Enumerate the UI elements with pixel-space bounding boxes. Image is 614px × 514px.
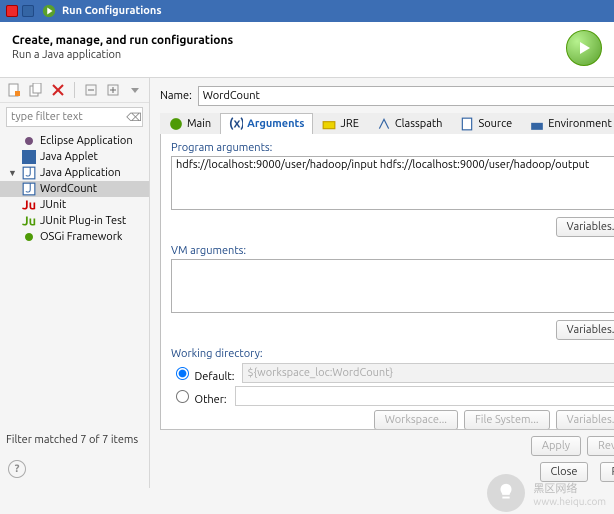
new-config-icon[interactable] — [6, 82, 22, 98]
workspace-button[interactable]: Workspace... — [374, 410, 458, 430]
window-maximize-icon[interactable] — [22, 5, 34, 17]
arguments-tab-body: Program arguments: hdfs://localhost:9000… — [160, 134, 614, 430]
close-button[interactable]: Close — [540, 462, 589, 482]
environment-tab-icon — [530, 117, 544, 131]
right-panel: Name: Main (x)Arguments JRE Classpath So… — [150, 78, 614, 488]
titlebar: Run Configurations — [0, 0, 614, 22]
tab-source[interactable]: Source — [451, 113, 521, 134]
filter-box[interactable]: ⌫ — [6, 107, 143, 127]
program-args-label: Program arguments: — [171, 142, 614, 154]
tree-item-osgi[interactable]: OSGi Framework — [0, 229, 149, 245]
junit-icon: Ju — [22, 198, 36, 212]
program-args-input[interactable]: hdfs://localhost:9000/user/hadoop/input … — [171, 156, 614, 210]
vm-args-label: VM arguments: — [171, 245, 614, 257]
svg-text:J: J — [26, 166, 32, 180]
clear-filter-icon[interactable]: ⌫ — [126, 111, 142, 124]
java-app-icon: J — [22, 166, 36, 180]
run-configurations-icon — [42, 4, 56, 18]
header-subtitle: Run a Java application — [12, 49, 233, 61]
tab-bar: Main (x)Arguments JRE Classpath Source E… — [160, 112, 614, 134]
eclipse-app-icon — [22, 134, 36, 148]
tab-main[interactable]: Main — [160, 113, 220, 134]
svg-text:J: J — [26, 182, 32, 196]
tab-environment[interactable]: Environment — [521, 113, 614, 134]
main-tab-icon — [169, 117, 183, 131]
arguments-tab-icon: (x) — [229, 117, 243, 131]
tree-item-java-applet[interactable]: Java Applet — [0, 149, 149, 165]
run-button[interactable]: Run — [600, 462, 614, 482]
tree-item-junit-plugin[interactable]: JuJUnit Plug-in Test — [0, 213, 149, 229]
toolbar-menu-icon[interactable] — [127, 82, 143, 98]
source-tab-icon — [460, 117, 474, 131]
default-dir-input — [242, 363, 614, 383]
svg-text:Ju: Ju — [22, 199, 36, 212]
left-panel: ⌫ Eclipse Application Java Applet ▼JJava… — [0, 78, 150, 488]
jre-tab-icon — [322, 117, 336, 131]
delete-config-icon[interactable] — [50, 82, 66, 98]
other-dir-input — [235, 386, 614, 406]
java-applet-icon — [22, 150, 36, 164]
classpath-tab-icon — [377, 117, 391, 131]
wd-variables-button[interactable]: Variables... — [556, 410, 614, 430]
filter-input[interactable] — [7, 109, 126, 125]
tree-item-junit[interactable]: JuJUnit — [0, 197, 149, 213]
name-label: Name: — [160, 90, 192, 102]
config-toolbar — [0, 78, 149, 103]
osgi-icon — [22, 230, 36, 244]
expand-all-icon[interactable] — [105, 82, 121, 98]
java-run-icon: J — [22, 182, 36, 196]
chevron-down-icon[interactable]: ▼ — [8, 168, 18, 178]
filesystem-button[interactable]: File System... — [464, 410, 550, 430]
tab-jre[interactable]: JRE — [313, 113, 367, 134]
tree-item-java-application[interactable]: ▼JJava Application — [0, 165, 149, 181]
working-directory-label: Working directory: — [171, 348, 614, 360]
tab-classpath[interactable]: Classpath — [368, 113, 452, 134]
apply-button[interactable]: Apply — [531, 436, 581, 456]
dialog-header: Create, manage, and run configurations R… — [0, 22, 614, 78]
svg-text:(x): (x) — [229, 117, 243, 131]
run-hero-icon — [566, 30, 602, 66]
window-title: Run Configurations — [62, 5, 162, 17]
help-icon[interactable]: ? — [8, 460, 26, 478]
revert-button[interactable]: Revert — [587, 436, 614, 456]
duplicate-config-icon[interactable] — [28, 82, 44, 98]
collapse-all-icon[interactable] — [83, 82, 99, 98]
junit-plugin-icon: Ju — [22, 214, 36, 228]
config-tree[interactable]: Eclipse Application Java Applet ▼JJava A… — [0, 131, 149, 428]
filter-status: Filter matched 7 of 7 items — [0, 428, 149, 450]
name-input[interactable] — [198, 86, 614, 106]
window-close-icon[interactable] — [6, 5, 18, 17]
tree-item-eclipse-app[interactable]: Eclipse Application — [0, 133, 149, 149]
vm-args-input[interactable] — [171, 259, 614, 313]
other-radio[interactable]: Other: — [171, 387, 227, 406]
header-title: Create, manage, and run configurations — [12, 34, 233, 47]
tree-item-wordcount[interactable]: JWordCount — [0, 181, 149, 197]
program-variables-button[interactable]: Variables... — [556, 217, 614, 237]
default-radio[interactable]: Default: — [171, 364, 234, 383]
tab-arguments[interactable]: (x)Arguments — [220, 113, 313, 134]
svg-text:Ju: Ju — [22, 215, 36, 228]
vm-variables-button[interactable]: Variables... — [556, 320, 614, 340]
